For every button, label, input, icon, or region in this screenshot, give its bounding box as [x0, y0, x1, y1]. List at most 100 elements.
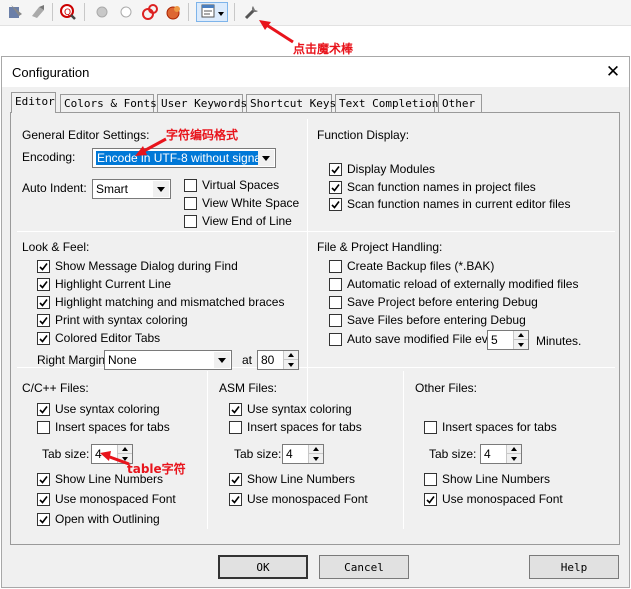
checkbox-label: Use syntax coloring [247, 402, 352, 416]
checkbox-box [37, 512, 50, 526]
spin-up-icon[interactable] [514, 331, 528, 340]
other-tab-size-spinner[interactable]: 4 [480, 444, 522, 464]
other-line-numbers-checkbox[interactable]: Show Line Numbers [424, 472, 550, 486]
asm-insert-spaces-checkbox[interactable]: Insert spaces for tabs [229, 420, 362, 434]
spin-up-icon[interactable] [507, 445, 521, 454]
right-margin-select[interactable]: None [104, 350, 232, 370]
asm-line-numbers-checkbox[interactable]: Show Line Numbers [229, 472, 355, 486]
checkbox-label: Show Line Numbers [442, 472, 551, 486]
file-project-heading: File & Project Handling: [317, 240, 443, 254]
auto-indent-select[interactable]: Smart [92, 179, 171, 199]
encoding-select[interactable]: Encode in UTF-8 without signature [92, 148, 276, 168]
checkbox-box [229, 402, 242, 416]
checkbox-label: Insert spaces for tabs [247, 420, 362, 434]
disabled-breakpoint-icon[interactable] [116, 2, 136, 22]
checkbox-label: View White Space [202, 196, 300, 210]
right-margin-spinner[interactable]: 80 [257, 350, 299, 370]
spin-down-icon[interactable] [284, 360, 298, 369]
spin-down-icon[interactable] [507, 454, 521, 463]
checkbox-box [329, 197, 342, 211]
virtual-spaces-checkbox[interactable]: Virtual Spaces [184, 178, 279, 192]
cancel-button[interactable]: Cancel [319, 555, 409, 579]
load-icon[interactable] [28, 2, 48, 22]
spin-up-icon[interactable] [284, 351, 298, 360]
asm-tab-size-spinner[interactable]: 4 [282, 444, 324, 464]
search-debug-icon[interactable]: Q [58, 2, 78, 22]
checkbox-label: Open with Outlining [55, 512, 160, 526]
highlight-braces-checkbox[interactable]: Highlight matching and mismatched braces [37, 295, 284, 309]
save-files-debug-checkbox[interactable]: Save Files before entering Debug [329, 313, 526, 327]
print-syntax-coloring-checkbox[interactable]: Print with syntax coloring [37, 313, 188, 327]
look-feel-heading: Look & Feel: [22, 240, 90, 254]
kill-breakpoints-icon[interactable] [164, 2, 184, 22]
spin-down-icon[interactable] [309, 454, 323, 463]
checkbox-box [329, 180, 342, 194]
tab-user-keywords[interactable]: User Keywords [157, 94, 247, 112]
right-margin-value: None [108, 353, 137, 367]
cpp-insert-spaces-checkbox[interactable]: Insert spaces for tabs [37, 420, 170, 434]
ok-button[interactable]: OK [218, 555, 308, 579]
scan-current-checkbox[interactable]: Scan function names in current editor fi… [329, 197, 570, 211]
spin-down-icon[interactable] [514, 340, 528, 349]
checkbox-box [229, 472, 242, 486]
tab-colors-fonts[interactable]: Colors & Fonts [60, 94, 157, 112]
build-icon[interactable] [6, 2, 26, 22]
encoding-label: Encoding: [22, 150, 76, 164]
display-modules-checkbox[interactable]: Display Modules [329, 162, 435, 176]
spinner-value: 80 [261, 353, 275, 367]
toolbar: Q [0, 0, 631, 26]
checkbox-label: Insert spaces for tabs [55, 420, 170, 434]
asm-syntax-checkbox[interactable]: Use syntax coloring [229, 402, 352, 416]
checkbox-label: Use monospaced Font [247, 492, 368, 506]
view-white-space-checkbox[interactable]: View White Space [184, 196, 299, 210]
checkbox-label: Highlight matching and mismatched braces [55, 295, 285, 309]
chevron-down-icon [258, 150, 274, 166]
view-end-of-line-checkbox[interactable]: View End of Line [184, 214, 292, 228]
cpp-files-heading: C/C++ Files: [22, 381, 89, 395]
minutes-label: Minutes. [536, 334, 582, 348]
create-backup-checkbox[interactable]: Create Backup files (*.BAK) [329, 259, 494, 273]
save-project-debug-checkbox[interactable]: Save Project before entering Debug [329, 295, 538, 309]
show-message-dialog-checkbox[interactable]: Show Message Dialog during Find [37, 259, 238, 273]
checkbox-label: Use monospaced Font [55, 492, 176, 506]
close-icon[interactable]: ✕ [602, 61, 624, 83]
multi-breakpoint-icon[interactable] [140, 2, 160, 22]
scan-project-checkbox[interactable]: Scan function names in project files [329, 180, 536, 194]
other-mono-checkbox[interactable]: Use monospaced Font [424, 492, 563, 506]
tab-other[interactable]: Other [438, 94, 482, 112]
asm-tab-size-label: Tab size: [234, 447, 282, 461]
breakpoint-icon[interactable] [92, 2, 112, 22]
asm-mono-checkbox[interactable]: Use monospaced Font [229, 492, 368, 506]
checkbox-label: Insert spaces for tabs [442, 420, 557, 434]
toolbar-separator [84, 3, 85, 21]
tab-shortcut-keys[interactable]: Shortcut Keys [246, 94, 336, 112]
dialog-title: Configuration [12, 65, 90, 80]
checkbox-box [184, 196, 197, 210]
cpp-syntax-checkbox[interactable]: Use syntax coloring [37, 402, 160, 416]
checkbox-box [37, 492, 50, 506]
other-insert-spaces-checkbox[interactable]: Insert spaces for tabs [424, 420, 557, 434]
divider [17, 231, 615, 232]
checkbox-label: Save Files before entering Debug [347, 313, 526, 327]
auto-save-minutes-spinner[interactable]: 5 [487, 330, 529, 350]
tab-editor[interactable]: Editor [11, 92, 56, 113]
checkbox-label: Use syntax coloring [55, 402, 160, 416]
checkbox-box [424, 420, 437, 434]
highlight-current-line-checkbox[interactable]: Highlight Current Line [37, 277, 171, 291]
checkbox-box [184, 214, 197, 228]
cpp-outlining-checkbox[interactable]: Open with Outlining [37, 512, 160, 526]
checkbox-label: Automatic reload of externally modified … [347, 277, 579, 291]
other-files-heading: Other Files: [415, 381, 478, 395]
help-button[interactable]: Help [529, 555, 619, 579]
tab-text-completion[interactable]: Text Completion [335, 94, 438, 112]
toolbar-separator [52, 3, 53, 21]
annotation-magic-wand: 点击魔术棒 [293, 42, 354, 56]
spin-up-icon[interactable] [309, 445, 323, 454]
checkbox-label: Scan function names in current editor fi… [347, 197, 571, 211]
window-menu-button[interactable] [196, 2, 228, 22]
checkbox-label: Show Message Dialog during Find [55, 259, 238, 273]
auto-save-checkbox[interactable]: Auto save modified File every [329, 332, 504, 346]
auto-reload-checkbox[interactable]: Automatic reload of externally modified … [329, 277, 578, 291]
colored-editor-tabs-checkbox[interactable]: Colored Editor Tabs [37, 331, 160, 345]
cpp-mono-checkbox[interactable]: Use monospaced Font [37, 492, 176, 506]
